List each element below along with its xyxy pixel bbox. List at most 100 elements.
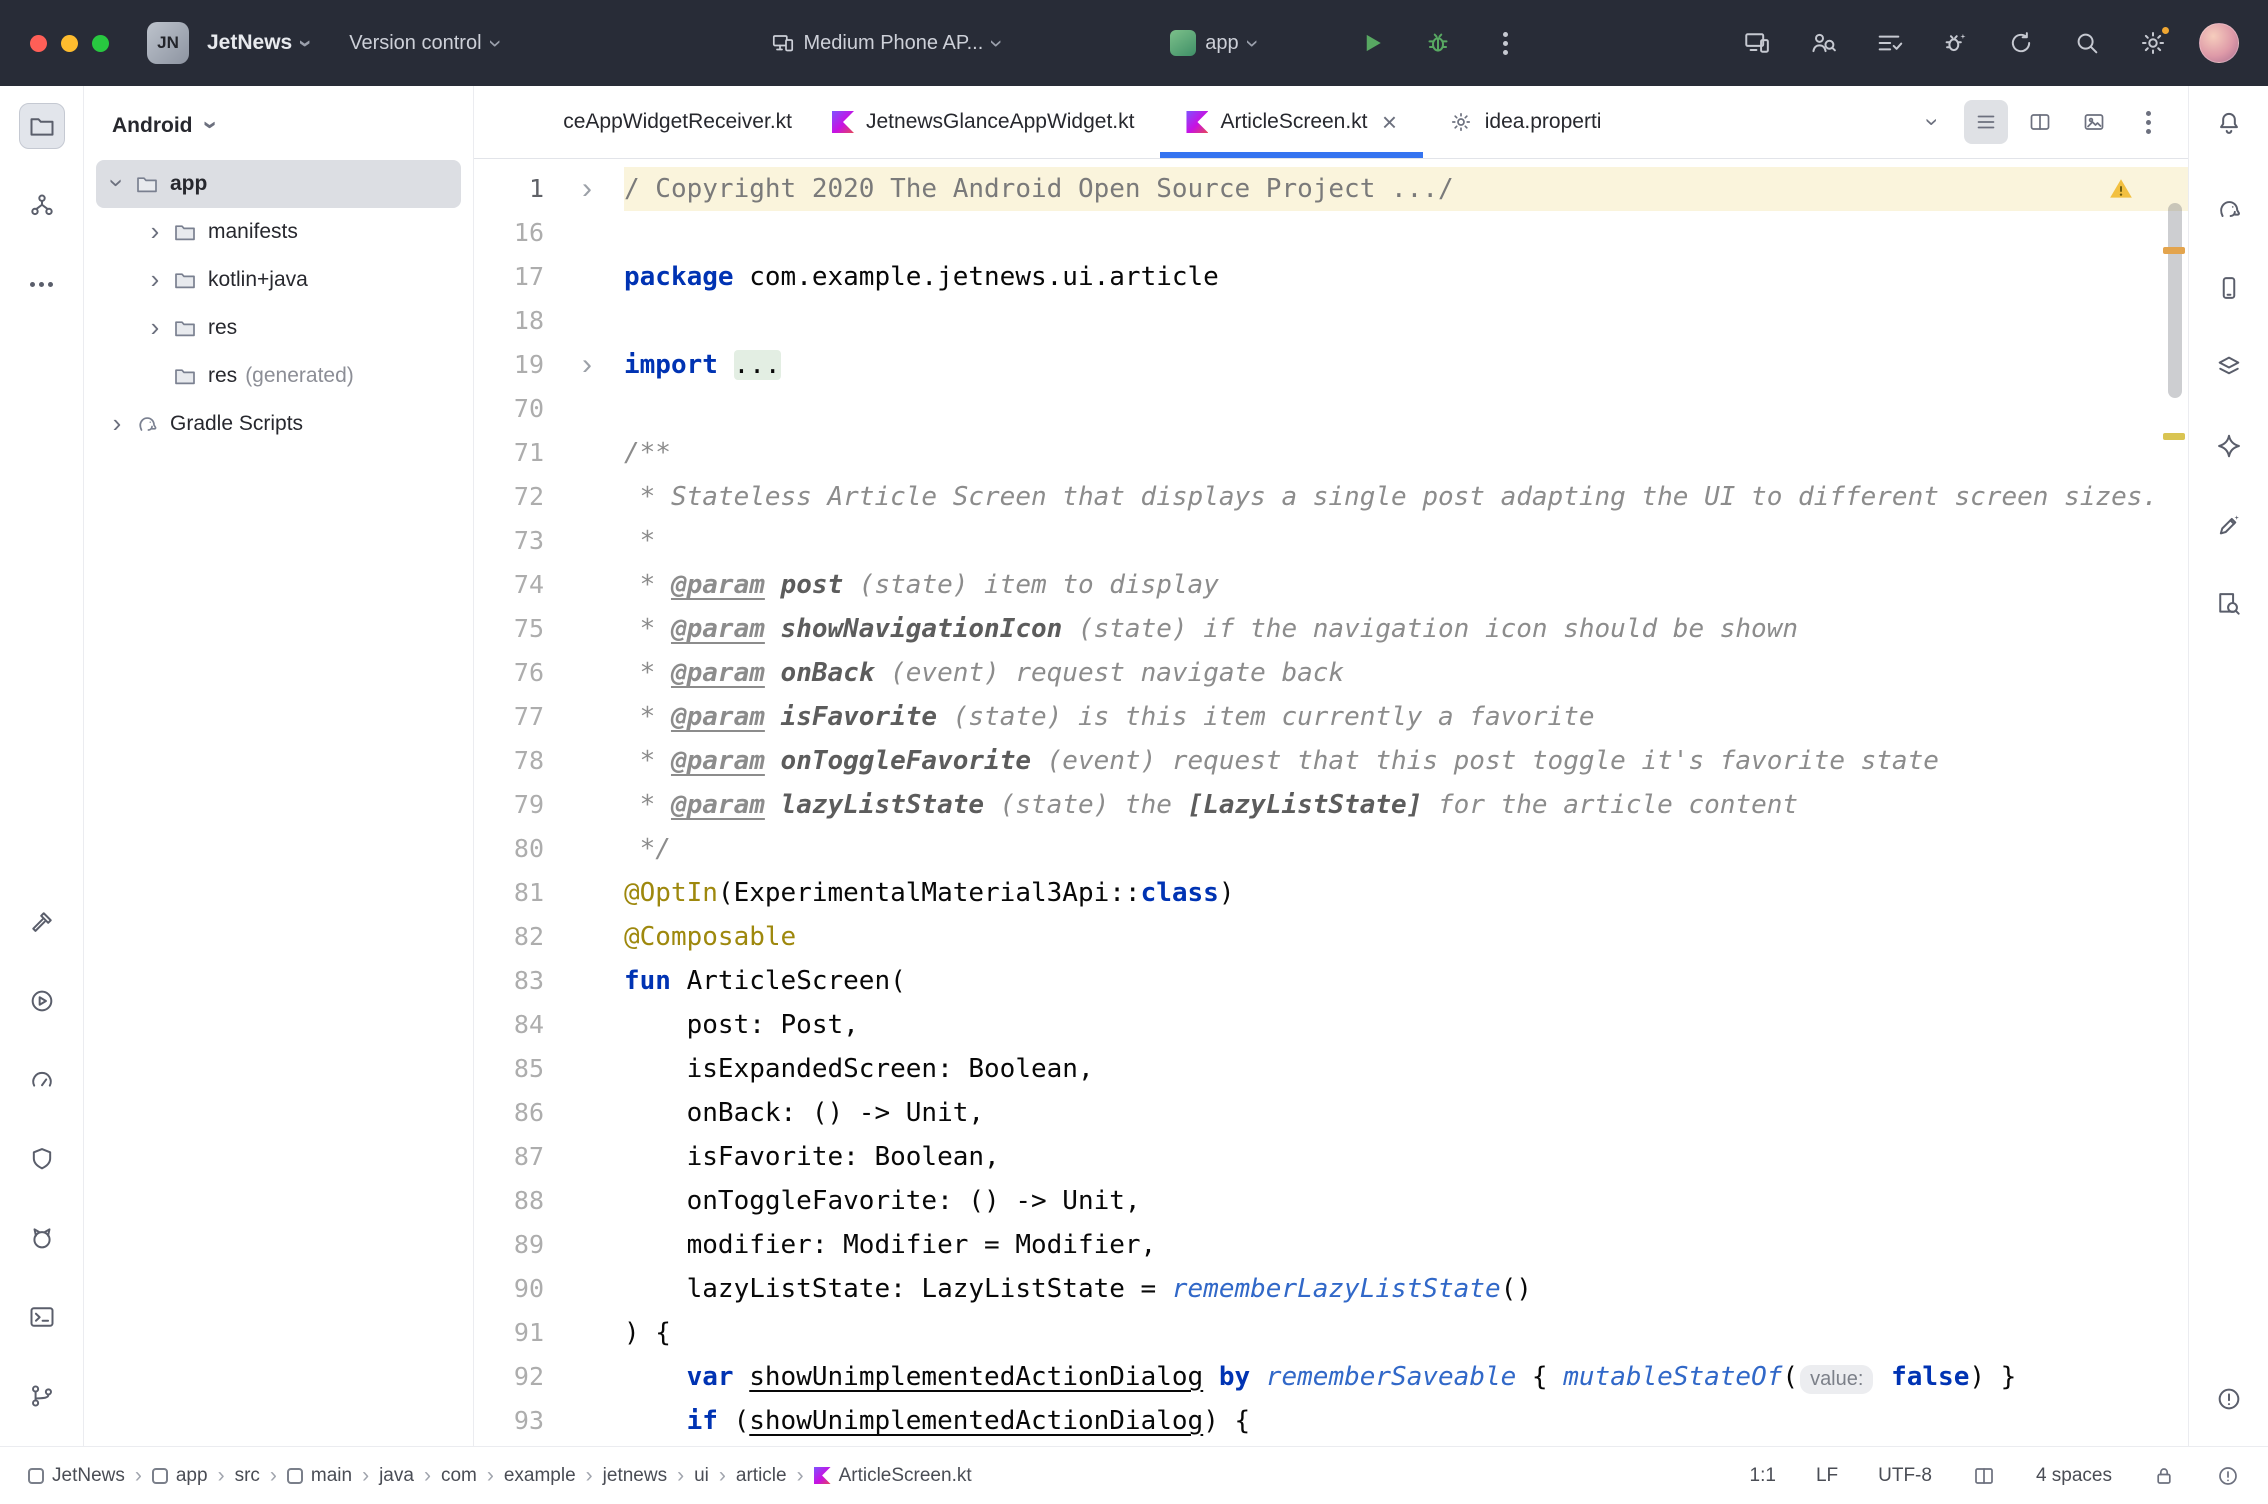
gradle-tool-button[interactable] xyxy=(2206,186,2252,232)
breadcrumb-item[interactable]: java xyxy=(379,1465,414,1487)
readonly-toggle-widget[interactable] xyxy=(2152,1464,2176,1488)
minimize-window-button[interactable] xyxy=(61,35,78,52)
code-line[interactable]: 76 * @param onBack (event) request navig… xyxy=(474,651,2188,695)
line-number[interactable]: 76 xyxy=(474,651,544,695)
line-number[interactable]: 78 xyxy=(474,739,544,783)
editor-list-view-button[interactable] xyxy=(1964,100,2008,144)
error-stripe-warning-mark[interactable] xyxy=(2163,433,2185,440)
line-number[interactable]: 16 xyxy=(474,211,544,255)
debug-button[interactable] xyxy=(1416,21,1460,65)
line-number[interactable]: 72 xyxy=(474,475,544,519)
breadcrumb-item[interactable]: com xyxy=(441,1465,477,1487)
error-stripe-warning-mark[interactable] xyxy=(2163,247,2185,254)
code-with-me-button[interactable] xyxy=(1802,22,1844,64)
code-line[interactable]: 86 onBack: () -> Unit, xyxy=(474,1091,2188,1135)
zoom-window-button[interactable] xyxy=(92,35,109,52)
breadcrumb-item[interactable]: ui xyxy=(694,1465,709,1487)
build-tool-button[interactable] xyxy=(19,899,65,945)
breadcrumb-item[interactable]: main xyxy=(287,1465,352,1487)
code-line[interactable]: 74 * @param post (state) item to display xyxy=(474,563,2188,607)
profiler-tool-button[interactable] xyxy=(19,1057,65,1103)
line-number[interactable]: 70 xyxy=(474,387,544,431)
inspections-widget[interactable] xyxy=(2216,1464,2240,1488)
structure-tool-button[interactable] xyxy=(19,182,65,228)
code-line[interactable]: 18 xyxy=(474,299,2188,343)
line-number[interactable]: 75 xyxy=(474,607,544,651)
hidden-tabs-button[interactable] xyxy=(1910,100,1954,144)
code-line[interactable]: 1/ Copyright 2020 The Android Open Sourc… xyxy=(474,167,2188,211)
task-list-button[interactable] xyxy=(1868,22,1910,64)
code-line[interactable]: 70 xyxy=(474,387,2188,431)
tree-item-res[interactable]: res xyxy=(96,304,461,352)
code-line[interactable]: 85 isExpandedScreen: Boolean, xyxy=(474,1047,2188,1091)
indent-widget[interactable]: 4 spaces xyxy=(2036,1465,2112,1487)
code-line[interactable]: 87 isFavorite: Boolean, xyxy=(474,1135,2188,1179)
code-line[interactable]: 84 post: Post, xyxy=(474,1003,2188,1047)
fold-arrow-icon[interactable] xyxy=(544,343,624,387)
tree-item-res-generated[interactable]: res (generated) xyxy=(96,352,461,400)
line-number[interactable]: 91 xyxy=(474,1311,544,1355)
app-quality-insights-button[interactable] xyxy=(19,1136,65,1182)
code-line[interactable]: 77 * @param isFavorite (state) is this i… xyxy=(474,695,2188,739)
code-line[interactable]: 79 * @param lazyListState (state) the [L… xyxy=(474,783,2188,827)
project-view-selector[interactable]: Android xyxy=(84,86,473,160)
code-line[interactable]: 92 var showUnimplementedActionDialog by … xyxy=(474,1355,2188,1399)
breadcrumb-item[interactable]: src xyxy=(235,1465,260,1487)
line-number[interactable]: 85 xyxy=(474,1047,544,1091)
project-tool-button[interactable] xyxy=(19,103,65,149)
line-separator-widget[interactable]: LF xyxy=(1816,1465,1838,1487)
line-number[interactable]: 84 xyxy=(474,1003,544,1047)
line-number[interactable]: 80 xyxy=(474,827,544,871)
vcs-widget[interactable]: Version control xyxy=(339,23,508,64)
gemini-button[interactable] xyxy=(2206,423,2252,469)
code-line[interactable]: 82@Composable xyxy=(474,915,2188,959)
line-number[interactable]: 90 xyxy=(474,1267,544,1311)
chevron-right-icon[interactable] xyxy=(106,410,128,438)
device-manager-button[interactable] xyxy=(2206,265,2252,311)
line-number[interactable]: 87 xyxy=(474,1135,544,1179)
code-line[interactable]: 16 xyxy=(474,211,2188,255)
breadcrumb-item[interactable]: jetnews xyxy=(603,1465,667,1487)
code-editor[interactable]: 1/ Copyright 2020 The Android Open Sourc… xyxy=(474,159,2188,1446)
line-number[interactable]: 83 xyxy=(474,959,544,1003)
code-line[interactable]: 75 * @param showNavigationIcon (state) i… xyxy=(474,607,2188,651)
preview-button[interactable] xyxy=(2072,100,2116,144)
chevron-right-icon[interactable] xyxy=(144,314,166,342)
agent-button[interactable] xyxy=(2206,502,2252,548)
line-number[interactable]: 89 xyxy=(474,1223,544,1267)
line-number[interactable]: 79 xyxy=(474,783,544,827)
device-selector[interactable]: Medium Phone AP... xyxy=(761,23,1011,64)
run-button[interactable] xyxy=(1350,21,1394,65)
line-number[interactable]: 19 xyxy=(474,343,544,387)
line-number[interactable]: 74 xyxy=(474,563,544,607)
code-line[interactable]: 80 */ xyxy=(474,827,2188,871)
run-tool-button[interactable] xyxy=(19,978,65,1024)
user-profile-button[interactable] xyxy=(2198,22,2240,64)
breadcrumb-item[interactable]: ArticleScreen.kt xyxy=(814,1465,972,1487)
code-line[interactable]: 78 * @param onToggleFavorite (event) req… xyxy=(474,739,2188,783)
project-name-widget[interactable]: JetNews xyxy=(197,23,319,64)
code-line[interactable]: 81@OptIn(ExperimentalMaterial3Api::class… xyxy=(474,871,2188,915)
line-number[interactable]: 1 xyxy=(474,167,544,211)
device-explorer-button[interactable] xyxy=(2206,581,2252,627)
logcat-tool-button[interactable] xyxy=(19,1215,65,1261)
build-variants-button[interactable] xyxy=(2206,344,2252,390)
breadcrumb-item[interactable]: app xyxy=(152,1465,208,1487)
caret-position-widget[interactable]: 1:1 xyxy=(1750,1465,1776,1487)
close-window-button[interactable] xyxy=(30,35,47,52)
version-control-tool-button[interactable] xyxy=(19,1373,65,1419)
tree-item-manifests[interactable]: manifests xyxy=(96,208,461,256)
breadcrumb-item[interactable]: JetNews xyxy=(28,1465,125,1487)
settings-button[interactable] xyxy=(2132,22,2174,64)
code-line[interactable]: 19import ... xyxy=(474,343,2188,387)
line-number[interactable]: 93 xyxy=(474,1399,544,1443)
line-number[interactable]: 73 xyxy=(474,519,544,563)
line-number[interactable]: 81 xyxy=(474,871,544,915)
code-line[interactable]: 90 lazyListState: LazyListState = rememb… xyxy=(474,1267,2188,1311)
tab-jetnews-glance-app-widget[interactable]: JetnewsGlanceAppWidget.kt xyxy=(806,86,1160,158)
code-line[interactable]: 83fun ArticleScreen( xyxy=(474,959,2188,1003)
breadcrumb-item[interactable]: example xyxy=(504,1465,576,1487)
code-line[interactable]: 91) { xyxy=(474,1311,2188,1355)
code-line[interactable]: 71/** xyxy=(474,431,2188,475)
code-line[interactable]: 72 * Stateless Article Screen that displ… xyxy=(474,475,2188,519)
